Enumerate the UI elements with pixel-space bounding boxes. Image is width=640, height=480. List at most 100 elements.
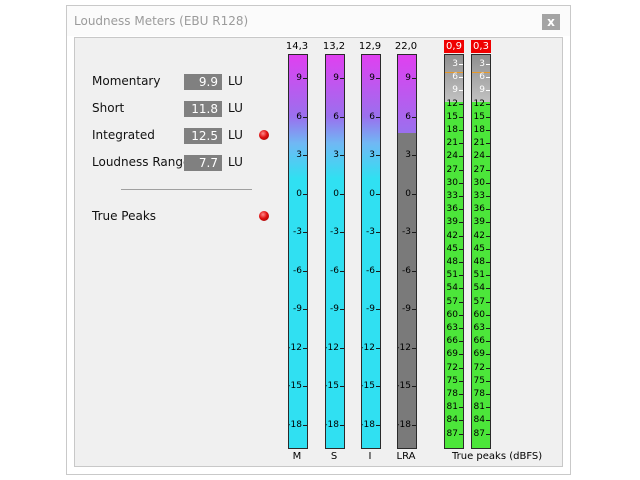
peak-scale-label: 78 bbox=[473, 389, 485, 399]
scale-tick bbox=[412, 155, 416, 157]
peak-scale-tick bbox=[459, 262, 463, 263]
peak-scale-label: 24 bbox=[473, 151, 485, 162]
scale-tick-label: -12 bbox=[288, 342, 302, 353]
peak-scale-tick bbox=[459, 380, 463, 382]
peak-scale-tick bbox=[459, 354, 463, 356]
peak-scale-tick bbox=[486, 130, 490, 131]
peak-scale-tick bbox=[459, 394, 463, 395]
peak-scale-tick bbox=[486, 143, 490, 145]
peak-scale-tick bbox=[459, 314, 463, 316]
peak-scale-tick bbox=[459, 301, 463, 303]
peak-scale-tick bbox=[486, 380, 490, 382]
peak-scale-row: 75 bbox=[472, 376, 490, 386]
peak-scale-label: 45 bbox=[473, 243, 485, 254]
peak-scale-tick bbox=[459, 248, 463, 250]
scale-tick-label: 0 bbox=[369, 188, 375, 199]
peak-scale-row: 54 bbox=[445, 283, 463, 293]
meter-name-s: S bbox=[330, 451, 338, 462]
peak-scale-row: 63 bbox=[472, 323, 490, 333]
scale-tick-label: -18 bbox=[361, 419, 375, 430]
momentary-label: Momentary bbox=[92, 74, 161, 88]
peak-scale-tick bbox=[486, 116, 490, 118]
peak-scale-label: 57 bbox=[446, 296, 458, 307]
peak-scale-label: 39 bbox=[473, 217, 485, 228]
scale-tick-label: -15 bbox=[397, 381, 411, 392]
peak-scale-row: 63 bbox=[445, 323, 463, 333]
scale-tick bbox=[376, 78, 380, 80]
scale-tick bbox=[376, 232, 380, 234]
peak-scale-row: 42 bbox=[472, 231, 490, 241]
peak-scale-row: 51 bbox=[445, 270, 463, 280]
integrated-value: 12.5 bbox=[184, 128, 222, 144]
scale-tick bbox=[412, 424, 416, 426]
peak-scale-row: 18 bbox=[472, 125, 490, 135]
close-button[interactable]: x bbox=[542, 14, 560, 30]
scale-tick bbox=[376, 155, 380, 157]
true-peak-meter-left: 3 6 9 12 15 18 21 24 27 30 33 36 39 42 45 48 51 54 57 60 63 6… bbox=[444, 54, 464, 449]
peak-scale-tick bbox=[459, 433, 463, 435]
short-unit: LU bbox=[228, 101, 243, 115]
peak-scale-row: 75 bbox=[445, 376, 463, 386]
peak-scale-label: 42 bbox=[473, 230, 485, 241]
peak-scale-row: 33 bbox=[472, 191, 490, 201]
peak-scale-row: 33 bbox=[445, 191, 463, 201]
peak-scale-row: 27 bbox=[445, 165, 463, 175]
scale-tick-label: -12 bbox=[325, 342, 339, 353]
peak-scale-row: 72 bbox=[445, 363, 463, 373]
scale-tick bbox=[303, 232, 307, 234]
peak-scale-tick bbox=[486, 314, 490, 316]
peak-scale-label: 36 bbox=[446, 204, 458, 215]
peak-scale-label: 63 bbox=[473, 323, 485, 333]
peak-scale-label: 27 bbox=[446, 164, 458, 175]
integrated-reset-led-icon[interactable] bbox=[259, 130, 269, 140]
peak-scale-row: 3 bbox=[445, 59, 463, 69]
peak-scale-label: 45 bbox=[446, 243, 458, 254]
scale-tick bbox=[303, 78, 307, 80]
true-peaks-reset-led-icon[interactable] bbox=[259, 211, 269, 221]
scale-tick-label: -12 bbox=[361, 342, 375, 353]
peak-scale-tick bbox=[486, 301, 490, 303]
scale-tick-label: -6 bbox=[402, 265, 411, 276]
scale-tick-label: -18 bbox=[288, 419, 302, 430]
scale-tick-label: 3 bbox=[405, 150, 411, 161]
scale-tick-label: -12 bbox=[397, 342, 411, 353]
peak-scale-label: 3 bbox=[452, 59, 458, 69]
scale-tick-label: 3 bbox=[369, 150, 375, 161]
peak-scale-label: 81 bbox=[446, 402, 458, 413]
scale-tick-label: 0 bbox=[296, 188, 302, 199]
peak-scale-tick bbox=[486, 407, 490, 409]
scale-tick bbox=[303, 386, 307, 388]
peak-scale-label: 75 bbox=[473, 375, 485, 386]
title-bar[interactable]: Loudness Meters (EBU R128) x bbox=[67, 6, 570, 36]
integrated-unit: LU bbox=[228, 128, 243, 142]
scale-tick bbox=[340, 78, 344, 80]
peak-scale-tick bbox=[486, 169, 490, 171]
peak-scale-label: 27 bbox=[473, 164, 485, 175]
scale-tick bbox=[376, 270, 380, 272]
scale-tick-label: -3 bbox=[366, 227, 375, 238]
peak-scale-row: 69 bbox=[445, 349, 463, 359]
loudness-meter-m: 9 6 3 0 -3 -6 -9 -12 -15 -18 bbox=[288, 54, 308, 449]
scale-tick bbox=[303, 193, 307, 195]
peak-scale-label: 12 bbox=[446, 98, 458, 109]
loudness-range-unit: LU bbox=[228, 155, 243, 169]
scale-tick-label: 6 bbox=[405, 111, 411, 122]
scale-tick bbox=[340, 386, 344, 388]
peak-scale-row: 3 bbox=[472, 59, 490, 69]
separator bbox=[121, 189, 252, 190]
peak-scale-row: 87 bbox=[445, 429, 463, 439]
short-label: Short bbox=[92, 101, 125, 115]
scale-tick bbox=[340, 193, 344, 195]
scale-tick-label: 6 bbox=[369, 111, 375, 122]
peak-scale-tick bbox=[459, 222, 463, 224]
momentary-value: 9.9 bbox=[184, 74, 222, 90]
peak-scale-row: 30 bbox=[472, 178, 490, 188]
peak-scale-tick bbox=[486, 341, 490, 343]
scale-tick bbox=[340, 347, 344, 349]
peak-scale-row: 78 bbox=[445, 389, 463, 399]
loudness-meter-s: 9 6 3 0 -3 -6 -9 -12 -15 -18 bbox=[325, 54, 345, 449]
scale-tick bbox=[376, 424, 380, 426]
momentary-unit: LU bbox=[228, 74, 243, 88]
peak-scale-row: 9 bbox=[472, 85, 490, 95]
peak-scale-tick bbox=[486, 394, 490, 395]
